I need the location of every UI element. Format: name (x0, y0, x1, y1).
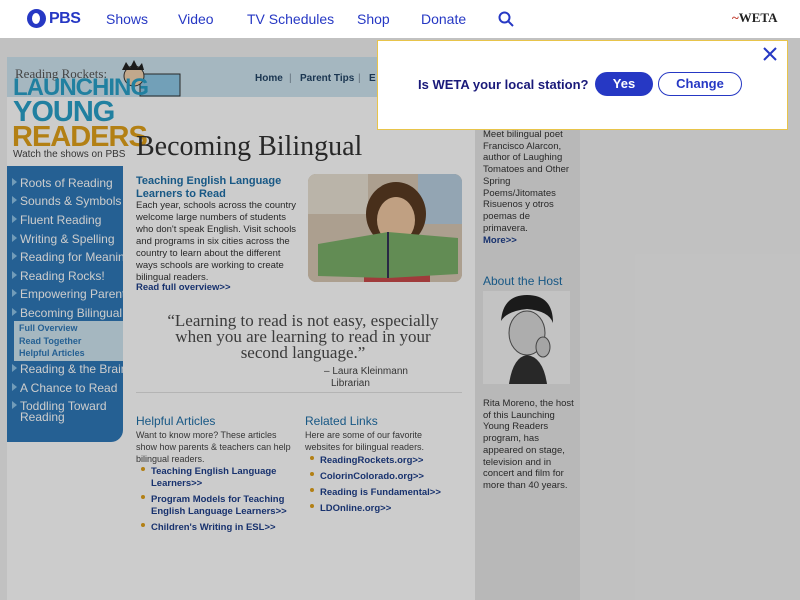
station-question: Is WETA your local station? (418, 77, 589, 92)
close-icon[interactable] (763, 47, 777, 61)
nav-tv-schedules[interactable]: TV Schedules (247, 11, 334, 27)
nav-shop[interactable]: Shop (357, 11, 390, 27)
yes-button[interactable]: Yes (595, 72, 653, 96)
station-logo[interactable]: ~WETA (732, 10, 778, 26)
pbs-logo[interactable]: PBS (27, 9, 81, 28)
pbs-top-bar: PBS Shows Video TV Schedules Shop Donate… (0, 0, 800, 38)
pbs-head-icon (27, 9, 46, 28)
nav-video[interactable]: Video (178, 11, 214, 27)
station-modal: Is WETA your local station? Yes Change (377, 40, 788, 130)
nav-donate[interactable]: Donate (421, 11, 466, 27)
nav-shows[interactable]: Shows (106, 11, 148, 27)
change-button[interactable]: Change (658, 72, 742, 96)
swoosh-icon: ~ (732, 10, 739, 25)
search-icon[interactable] (498, 11, 514, 27)
